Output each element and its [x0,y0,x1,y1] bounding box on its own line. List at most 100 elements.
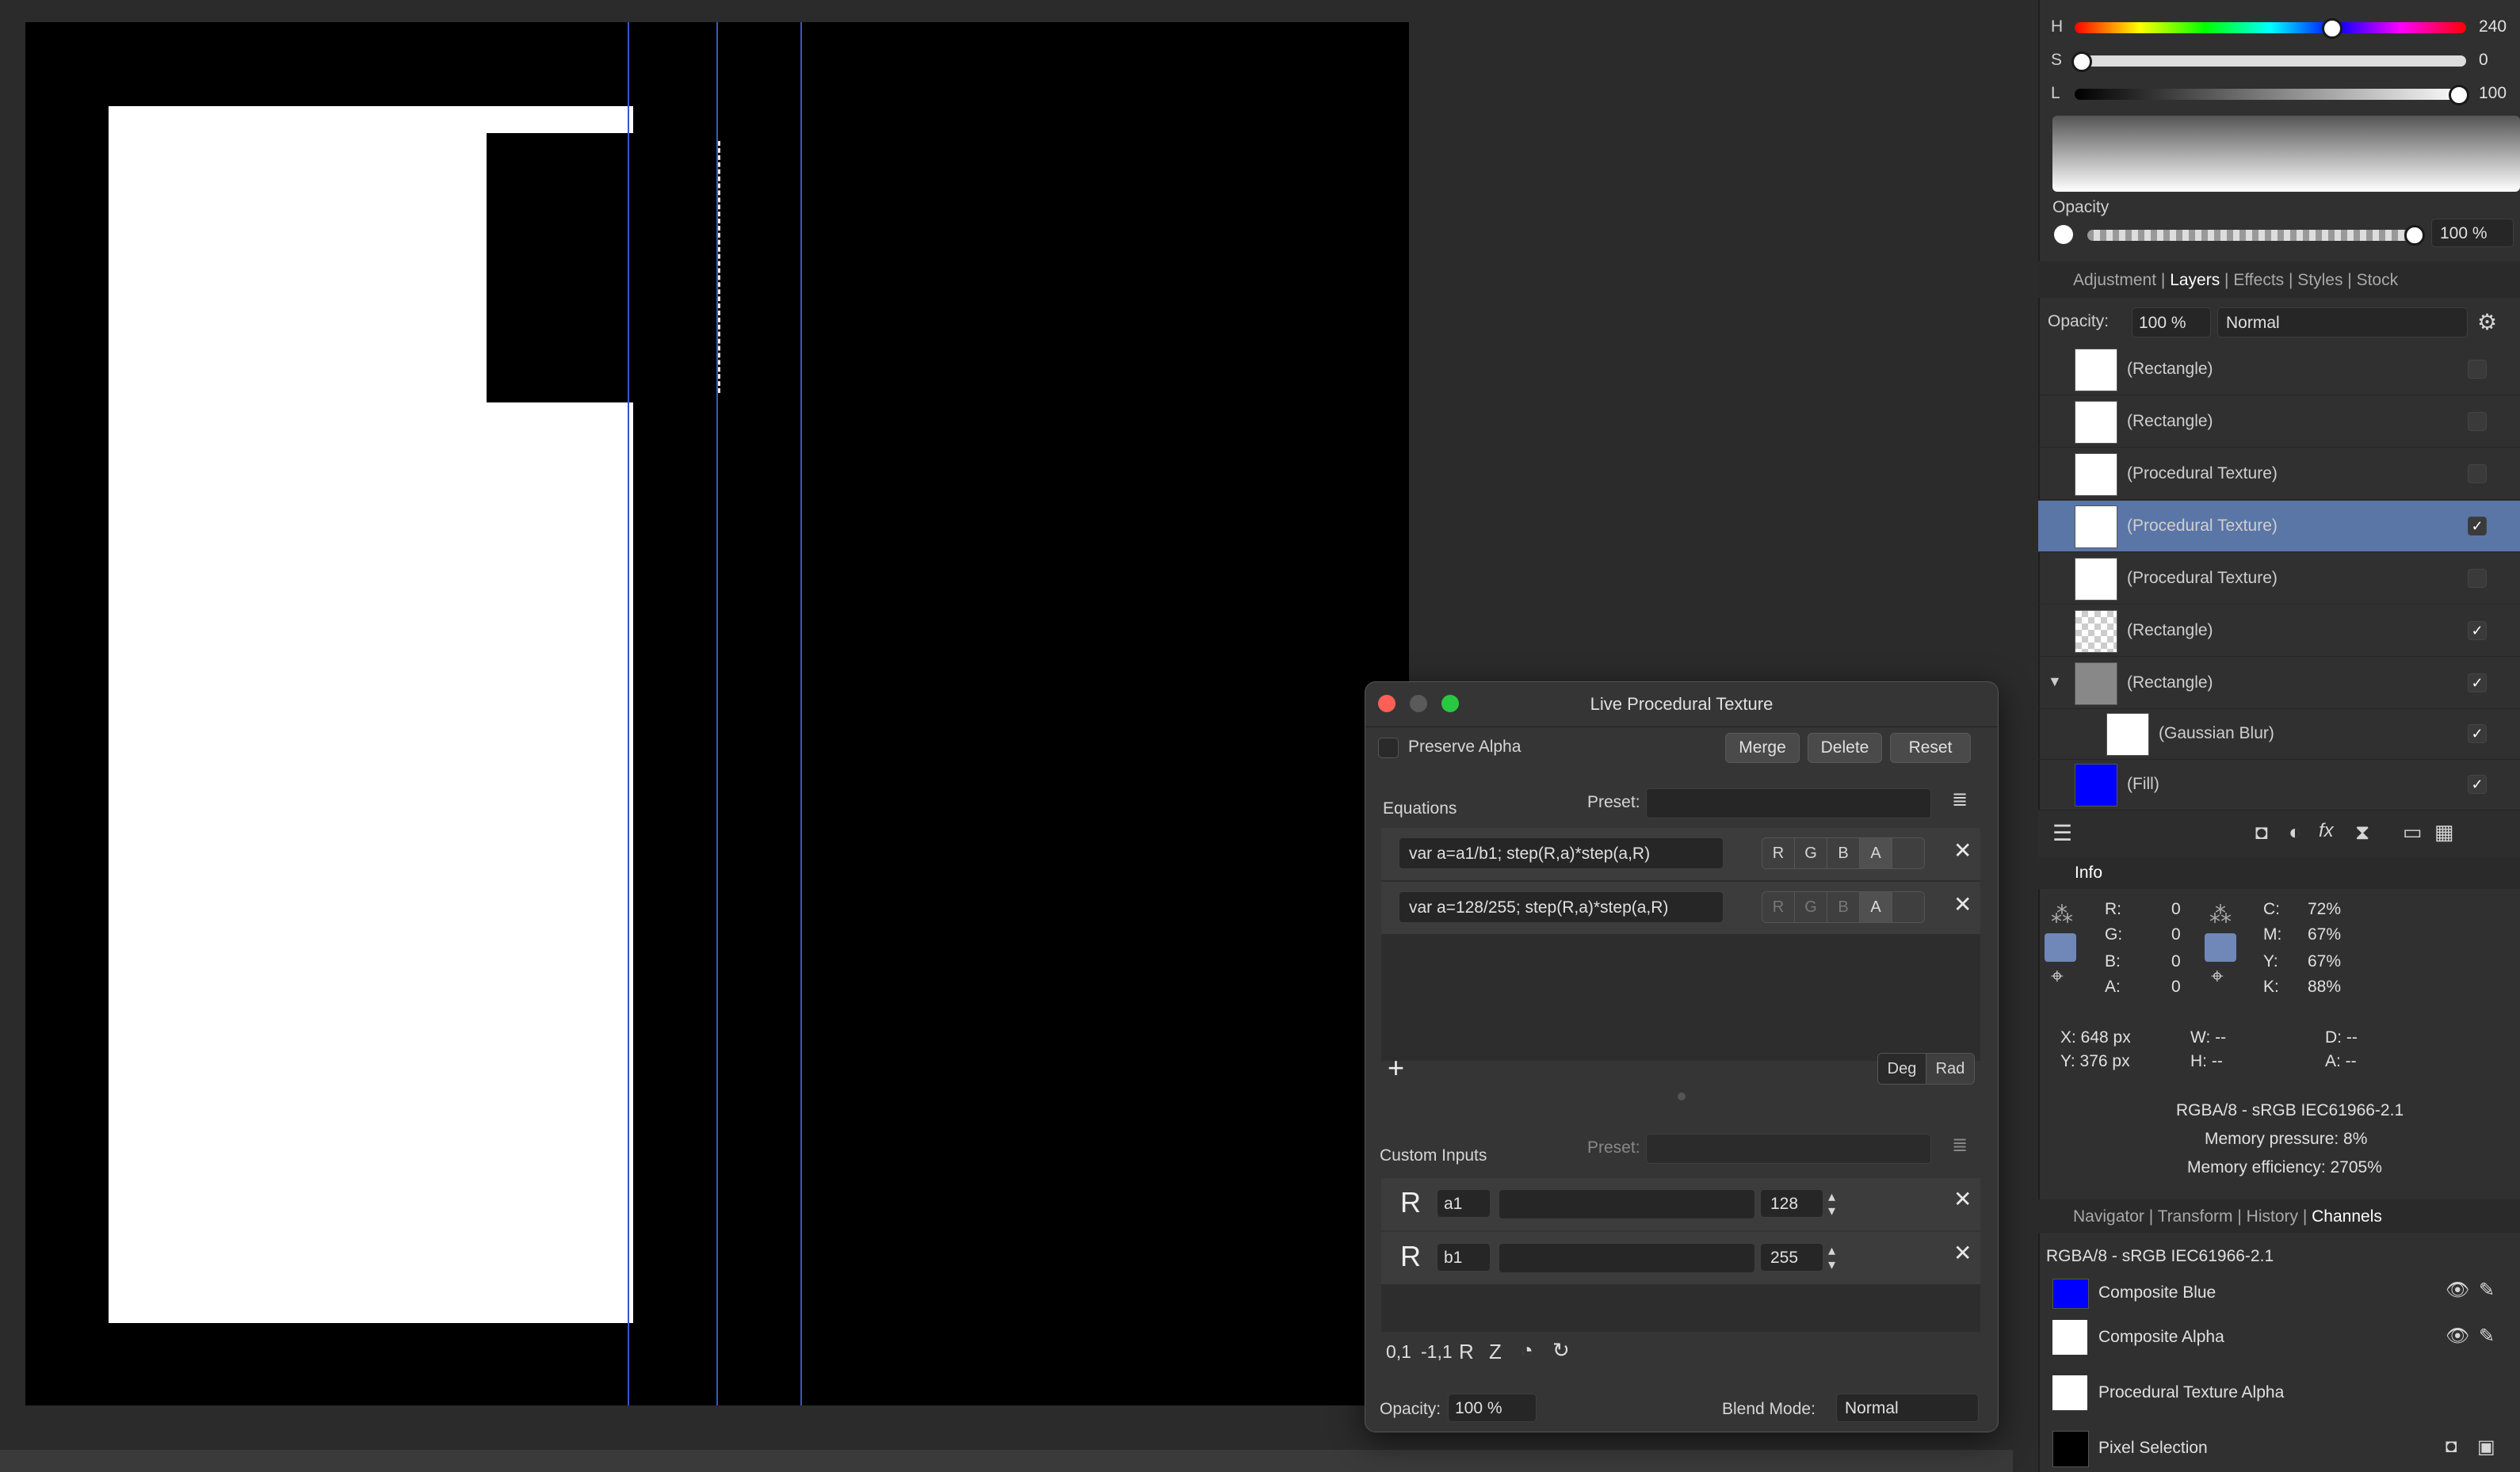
mask-icon-2[interactable]: ◘ [2446,1436,2457,1458]
tab-history[interactable]: History [2247,1207,2298,1226]
splitter-handle[interactable] [1678,1093,1686,1100]
remove-equation-2-icon[interactable]: ✕ [1953,891,1972,917]
channel-procedural-texture-alpha[interactable]: Procedural Texture Alpha [2098,1383,2284,1402]
layer-row[interactable]: (Rectangle) [2038,396,2520,448]
channel-a-button-2[interactable]: A [1860,892,1892,922]
hue-slider[interactable] [2075,22,2466,33]
real-type-button[interactable]: R [1459,1340,1474,1364]
layer-row[interactable]: (Procedural Texture) ✓ [2038,501,2520,552]
pencil-icon-2[interactable]: ✎ [2479,1325,2495,1348]
layer-opacity-field[interactable]: 100 % [2132,307,2211,337]
integer-type-button[interactable]: Z [1489,1340,1502,1364]
equation-input-1[interactable]: var a=a1/b1; step(R,a)*step(a,R) [1399,837,1724,869]
hue-slider-knob[interactable] [2322,18,2342,39]
layer-visibility-checkbox[interactable] [2468,412,2487,431]
channel-b-button[interactable]: B [1827,838,1860,868]
add-equation-icon[interactable]: + [1388,1051,1404,1085]
lightness-slider[interactable] [2075,89,2466,100]
layers-stack-icon[interactable]: ☰ [2052,820,2072,846]
gear-icon[interactable]: ⚙ [2477,309,2497,335]
pointer-mode-icon[interactable] [2045,933,2076,962]
fx-icon[interactable]: fx [2319,820,2334,842]
blend-mode-select[interactable]: Normal [1836,1394,1979,1422]
range-0-1-button[interactable]: 0,1 [1386,1341,1411,1363]
input-name-2[interactable]: b1 [1437,1243,1491,1272]
pencil-icon[interactable]: ✎ [2479,1279,2495,1302]
equation-input-2[interactable]: var a=128/255; step(R,a)*step(a,R) [1399,891,1724,923]
eye-icon-2[interactable]: 👁 [2446,1325,2469,1348]
range-neg1-1-button[interactable]: -1,1 [1421,1341,1453,1363]
color-preview-swatch[interactable] [2052,116,2520,192]
crosshair-icon-2[interactable]: ⌖ [2211,963,2224,990]
layer-visibility-checkbox[interactable]: ✓ [2468,673,2487,692]
input-description-1[interactable] [1499,1189,1755,1219]
expand-triangle-icon[interactable]: ▼ [2048,673,2062,690]
tab-transform[interactable]: Transform [2158,1207,2233,1226]
tab-layers[interactable]: Layers [2170,271,2220,289]
layer-row[interactable]: (Rectangle) ✓ ▼ [2038,658,2520,709]
rad-button[interactable]: Rad [1926,1054,1974,1084]
merge-button[interactable]: Merge [1725,733,1800,763]
saturation-slider-knob[interactable] [2071,51,2092,72]
channel-pixel-selection[interactable]: Pixel Selection [2098,1439,2208,1458]
crosshair-icon[interactable]: ⌖ [2051,963,2064,990]
preserve-alpha-checkbox[interactable] [1378,738,1399,758]
layer-visibility-checkbox[interactable]: ✓ [2468,775,2487,794]
pointer-mode-icon-2[interactable] [2205,933,2236,962]
custom-preset-menu-icon[interactable]: ≣ [1952,1134,1968,1157]
tab-channels[interactable]: Channels [2312,1207,2382,1226]
layer-visibility-checkbox[interactable]: ✓ [2468,724,2487,743]
custom-preset-select[interactable] [1646,1134,1931,1164]
input-description-2[interactable] [1499,1243,1755,1273]
layer-row[interactable]: (Fill) ✓ [2038,759,2520,810]
eye-icon[interactable]: 👁 [2446,1279,2469,1302]
tab-navigator[interactable]: Navigator [2073,1207,2144,1226]
adjustment-icon[interactable]: ◐ [2289,820,2301,845]
rotation-icon[interactable]: ↻ [1552,1338,1570,1363]
tab-stock[interactable]: Stock [2357,271,2399,289]
channel-extra-button[interactable] [1892,838,1924,868]
live-filter-icon[interactable]: ⧗ [2355,820,2369,845]
color-picker-mode-icon-2[interactable]: ⁂ [2209,902,2232,928]
tab-effects[interactable]: Effects [2233,271,2284,289]
input-value-1[interactable]: 128 [1760,1189,1823,1218]
channel-r-button-2[interactable]: R [1762,892,1795,922]
channel-extra-button-2[interactable] [1892,892,1924,922]
layer-visibility-checkbox[interactable] [2468,569,2487,588]
channel-g-button[interactable]: G [1795,838,1827,868]
layer-visibility-checkbox[interactable]: ✓ [2468,517,2487,536]
layer-row[interactable]: (Rectangle) ✓ [2038,605,2520,657]
channel-r-button[interactable]: R [1762,838,1795,868]
s-value[interactable]: 0 [2479,51,2488,70]
opacity-slider-knob[interactable] [2404,225,2425,246]
tab-styles[interactable]: Styles [2297,271,2342,289]
stepper-icon-2[interactable]: ▴ ▾ [1828,1243,1835,1272]
tab-adjustment[interactable]: Adjustment [2073,271,2156,289]
channel-composite-alpha[interactable]: Composite Alpha [2098,1328,2224,1347]
color-picker-mode-icon[interactable]: ⁂ [2051,902,2073,928]
lightness-slider-knob[interactable] [2449,85,2469,105]
layer-row[interactable]: (Gaussian Blur) ✓ [2038,708,2520,760]
selection-icon[interactable]: ▣ [2477,1436,2495,1459]
remove-equation-1-icon[interactable]: ✕ [1953,837,1972,864]
preset-menu-icon[interactable]: ≣ [1952,788,1968,811]
remove-input-1-icon[interactable]: ✕ [1953,1186,1972,1212]
deg-button[interactable]: Deg [1878,1054,1926,1084]
channel-composite-blue[interactable]: Composite Blue [2098,1283,2216,1302]
delete-button[interactable]: Delete [1808,733,1882,763]
layer-row[interactable]: (Procedural Texture) [2038,553,2520,604]
tab-info[interactable]: Info [2075,864,2102,883]
reset-button[interactable]: Reset [1890,733,1971,763]
l-value[interactable]: 100 [2479,84,2507,103]
input-value-2[interactable]: 255 [1760,1243,1823,1272]
mask-icon[interactable]: ◘ [2255,820,2268,845]
layer-visibility-checkbox[interactable] [2468,464,2487,483]
black-rectangle[interactable] [487,133,633,402]
layer-blend-mode-select[interactable]: Normal [2217,307,2468,337]
pixel-layer-icon[interactable]: ▦ [2434,820,2454,845]
opacity-field[interactable]: 100 % [2431,219,2514,247]
remove-input-2-icon[interactable]: ✕ [1953,1240,1972,1266]
layer-visibility-checkbox[interactable] [2468,360,2487,379]
channel-g-button-2[interactable]: G [1795,892,1827,922]
equations-preset-select[interactable] [1646,788,1931,818]
